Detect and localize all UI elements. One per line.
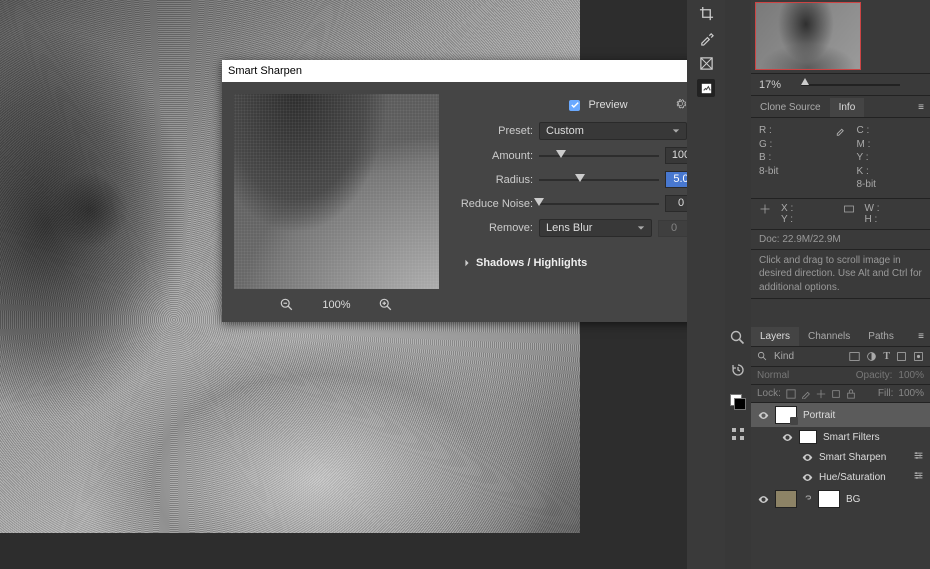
filter-type-icon[interactable]: T (883, 351, 890, 362)
filter-image-icon[interactable] (849, 351, 860, 362)
preset-label: Preset: (455, 125, 533, 137)
filter-mask-thumb (799, 430, 817, 444)
layer-bg[interactable]: BG (751, 487, 930, 511)
artboard-tool-icon[interactable] (697, 79, 715, 97)
tab-paths[interactable]: Paths (859, 327, 903, 346)
smart-sharpen-dialog: Smart Sharpen ✕ Preview OK Cancel Preset… (222, 60, 754, 322)
link-icon[interactable] (803, 493, 812, 505)
tab-info[interactable]: Info (830, 98, 865, 117)
lock-move-icon[interactable] (816, 389, 826, 399)
filter-blend-icon[interactable] (913, 470, 924, 484)
eyedropper-tool-icon[interactable] (697, 29, 715, 47)
lock-pixels-icon[interactable] (786, 389, 796, 399)
chevron-right-icon (463, 259, 471, 267)
hint-text: Click and drag to scroll image in desire… (751, 250, 930, 300)
layer-list: Portrait Smart Filters Smart Sharpen Hue… (751, 403, 930, 569)
info-panel-coords: X :Y : W :H : (751, 199, 930, 230)
layer-name: Smart Filters (823, 432, 880, 443)
lock-all-icon[interactable] (846, 389, 856, 399)
visibility-toggle[interactable] (801, 471, 813, 483)
layer-name: BG (846, 494, 860, 505)
tab-layers[interactable]: Layers (751, 327, 799, 346)
amount-slider[interactable] (539, 148, 659, 164)
panels-column: 17% Clone Source Info ≡ R : G : B : 8-bi… (751, 0, 930, 569)
layer-thumb (775, 490, 797, 508)
preview-area[interactable] (234, 94, 439, 289)
chevron-down-icon (672, 127, 680, 135)
preview-label: Preview (588, 99, 627, 111)
filter-adjust-icon[interactable] (866, 351, 877, 362)
layer-name: Portrait (803, 410, 835, 421)
zoom-level: 100% (322, 299, 350, 311)
grid-icon[interactable] (730, 426, 746, 442)
radius-slider[interactable] (539, 172, 659, 188)
remove-angle-input: 0 (658, 220, 690, 237)
panel-menu-icon[interactable]: ≡ (912, 98, 930, 117)
search-icon[interactable] (757, 351, 768, 362)
layer-thumb (775, 406, 797, 424)
noise-label: Reduce Noise: (455, 198, 533, 210)
zoom-in-icon[interactable] (379, 298, 393, 312)
zoom-out-icon[interactable] (280, 298, 294, 312)
tab-clone-source[interactable]: Clone Source (751, 98, 830, 117)
filter-shape-icon[interactable] (896, 351, 907, 362)
blend-mode-dropdown[interactable]: Normal (757, 370, 789, 381)
visibility-toggle[interactable] (757, 409, 769, 421)
lock-artboard-icon[interactable] (831, 389, 841, 399)
remove-dropdown[interactable]: Lens Blur (539, 219, 652, 237)
smart-filters-group[interactable]: Smart Filters (751, 427, 930, 447)
visibility-toggle[interactable] (801, 451, 813, 463)
settings-gear-icon[interactable] (675, 98, 686, 112)
navigator-thumb[interactable] (755, 2, 861, 70)
eyedropper-icon (835, 124, 847, 136)
info-panel: R : G : B : 8-bit C : M : Y : K : 8-bit (751, 118, 930, 199)
panel-menu-icon[interactable]: ≡ (912, 327, 930, 346)
filter-hue-sat[interactable]: Hue/Saturation (751, 467, 930, 487)
dock-strip (725, 0, 751, 569)
tool-strip (687, 0, 725, 569)
nav-zoom-thumb[interactable] (801, 78, 809, 85)
nav-zoom-value: 17% (759, 79, 781, 91)
visibility-toggle[interactable] (757, 493, 769, 505)
history-icon[interactable] (730, 362, 746, 378)
layer-portrait[interactable]: Portrait (751, 403, 930, 427)
swatches-icon[interactable] (730, 394, 746, 410)
doc-size-text: Doc: 22.9M/22.9M (751, 230, 930, 250)
navigator-zoom-bar: 17% (751, 74, 930, 96)
chevron-down-icon (637, 224, 645, 232)
frame-tool-icon[interactable] (697, 54, 715, 72)
amount-label: Amount: (455, 150, 533, 162)
mask-thumb (818, 490, 840, 508)
search-icon[interactable] (730, 330, 746, 346)
nav-zoom-slider[interactable] (801, 84, 900, 86)
navigator-panel (751, 0, 930, 74)
visibility-toggle[interactable] (781, 431, 793, 443)
opacity-input[interactable]: 100% (898, 370, 924, 381)
dimensions-icon (843, 203, 855, 215)
crop-tool-icon[interactable] (697, 4, 715, 22)
filter-blend-icon[interactable] (913, 450, 924, 464)
blend-mode-row: Normal Opacity: 100% (751, 367, 930, 385)
dialog-title: Smart Sharpen (228, 65, 302, 77)
info-tabs: Clone Source Info ≡ (751, 96, 930, 118)
layer-name: Smart Sharpen (819, 452, 886, 463)
preset-dropdown[interactable]: Custom (539, 122, 687, 140)
dialog-titlebar: Smart Sharpen ✕ (222, 60, 754, 82)
lock-row: Lock: Fill: 100% (751, 385, 930, 403)
remove-label: Remove: (455, 222, 533, 234)
noise-slider[interactable] (539, 196, 659, 212)
layer-filter-bar: Kind T (751, 347, 930, 367)
lock-brush-icon[interactable] (801, 389, 811, 399)
filter-smart-icon[interactable] (913, 351, 924, 362)
filter-smart-sharpen[interactable]: Smart Sharpen (751, 447, 930, 467)
tab-channels[interactable]: Channels (799, 327, 859, 346)
fill-input[interactable]: 100% (898, 388, 924, 399)
preview-checkbox[interactable] (569, 100, 580, 111)
layers-tabs: Layers Channels Paths ≡ (751, 325, 930, 347)
filter-kind-label[interactable]: Kind (774, 351, 794, 362)
crosshair-icon (759, 203, 771, 215)
radius-label: Radius: (455, 174, 533, 186)
layer-name: Hue/Saturation (819, 472, 886, 483)
